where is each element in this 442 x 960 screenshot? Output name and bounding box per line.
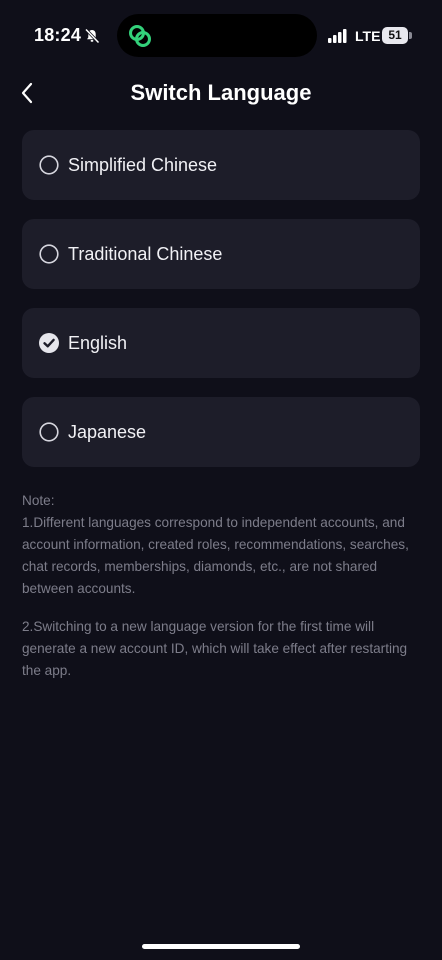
battery-tip bbox=[409, 32, 412, 39]
network-label: LTE bbox=[355, 28, 381, 44]
home-indicator bbox=[142, 944, 300, 949]
note-item-2: 2.Switching to a new language version fo… bbox=[22, 619, 408, 678]
language-option-traditional-chinese[interactable]: Traditional Chinese bbox=[22, 219, 420, 289]
language-option-label: English bbox=[68, 332, 128, 353]
status-bar: 18:24 LTE 51 bbox=[0, 0, 442, 72]
language-option-label: Simplified Chinese bbox=[68, 154, 218, 175]
note-item-1: 1.Different languages correspond to inde… bbox=[22, 515, 409, 596]
checkmark-circle-icon bbox=[39, 333, 59, 353]
app-link-icon bbox=[129, 25, 151, 47]
language-option-japanese[interactable]: Japanese bbox=[22, 397, 420, 467]
language-option-simplified-chinese[interactable]: Simplified Chinese bbox=[22, 130, 420, 200]
dynamic-island bbox=[117, 14, 317, 57]
radio-unchecked-icon bbox=[39, 244, 59, 264]
language-option-label: Japanese bbox=[68, 421, 147, 442]
note-heading: Note: bbox=[22, 493, 55, 508]
bell-slash-icon bbox=[84, 28, 100, 44]
radio-unchecked-icon bbox=[39, 155, 59, 175]
status-time: 18:24 bbox=[34, 25, 82, 45]
language-option-english[interactable]: English bbox=[22, 308, 420, 378]
note-section: Note: 1.Different languages correspond t… bbox=[22, 490, 422, 682]
language-option-label: Traditional Chinese bbox=[68, 243, 223, 264]
battery-level: 51 bbox=[382, 27, 408, 44]
page-title: Switch Language bbox=[130, 80, 312, 105]
language-options: Simplified Chinese Traditional Chinese E… bbox=[22, 130, 420, 486]
signal-icon bbox=[328, 29, 347, 43]
radio-unchecked-icon bbox=[39, 422, 59, 442]
